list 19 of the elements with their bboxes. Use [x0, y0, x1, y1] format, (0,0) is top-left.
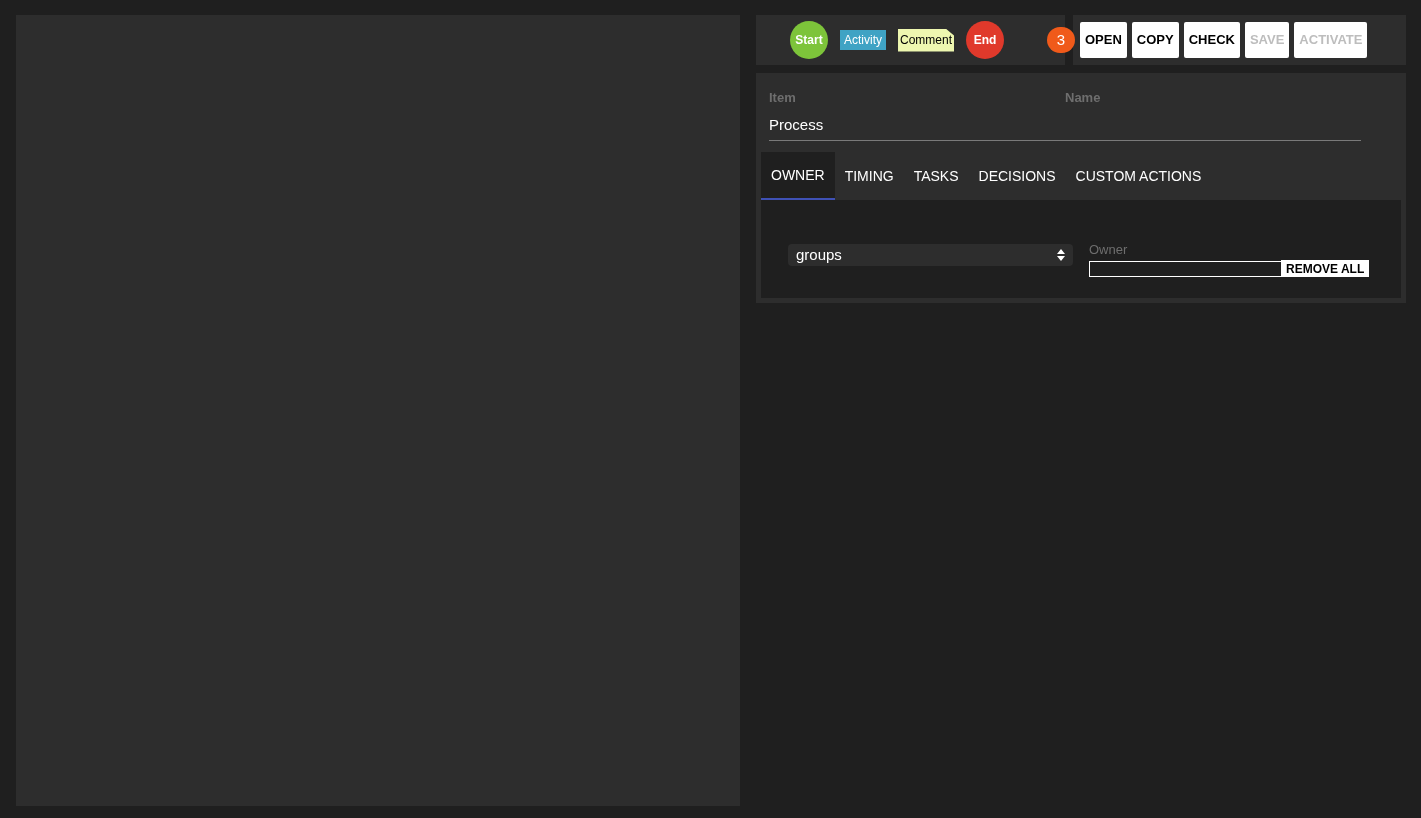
name-field[interactable]: Process — [769, 113, 1361, 141]
groups-select[interactable]: groups — [788, 244, 1073, 266]
owner-label: Owner — [1089, 241, 1129, 259]
toolbar-button[interactable]: COPY — [1131, 22, 1179, 58]
toolbar-button[interactable]: CHECK — [1183, 22, 1240, 58]
item-label: Item — [769, 89, 797, 107]
sort-arrows-icon — [1057, 249, 1065, 261]
remove-all-button[interactable]: REMOVE ALL — [1281, 259, 1370, 277]
count-badge: 3 — [1047, 27, 1075, 53]
owner-field[interactable] — [1089, 260, 1283, 277]
tab[interactable]: TASKS — [903, 152, 969, 200]
comment-node[interactable]: Comment — [898, 28, 955, 52]
tab[interactable]: OWNER — [761, 152, 835, 200]
toolbar-button[interactable]: OPEN — [1080, 22, 1127, 58]
tab[interactable]: TIMING — [834, 152, 904, 200]
name-label: Name — [1065, 89, 1101, 107]
end-node[interactable]: End — [966, 21, 1005, 59]
tab[interactable]: CUSTOM ACTIONS — [1065, 152, 1212, 200]
tab[interactable]: DECISIONS — [968, 152, 1066, 200]
